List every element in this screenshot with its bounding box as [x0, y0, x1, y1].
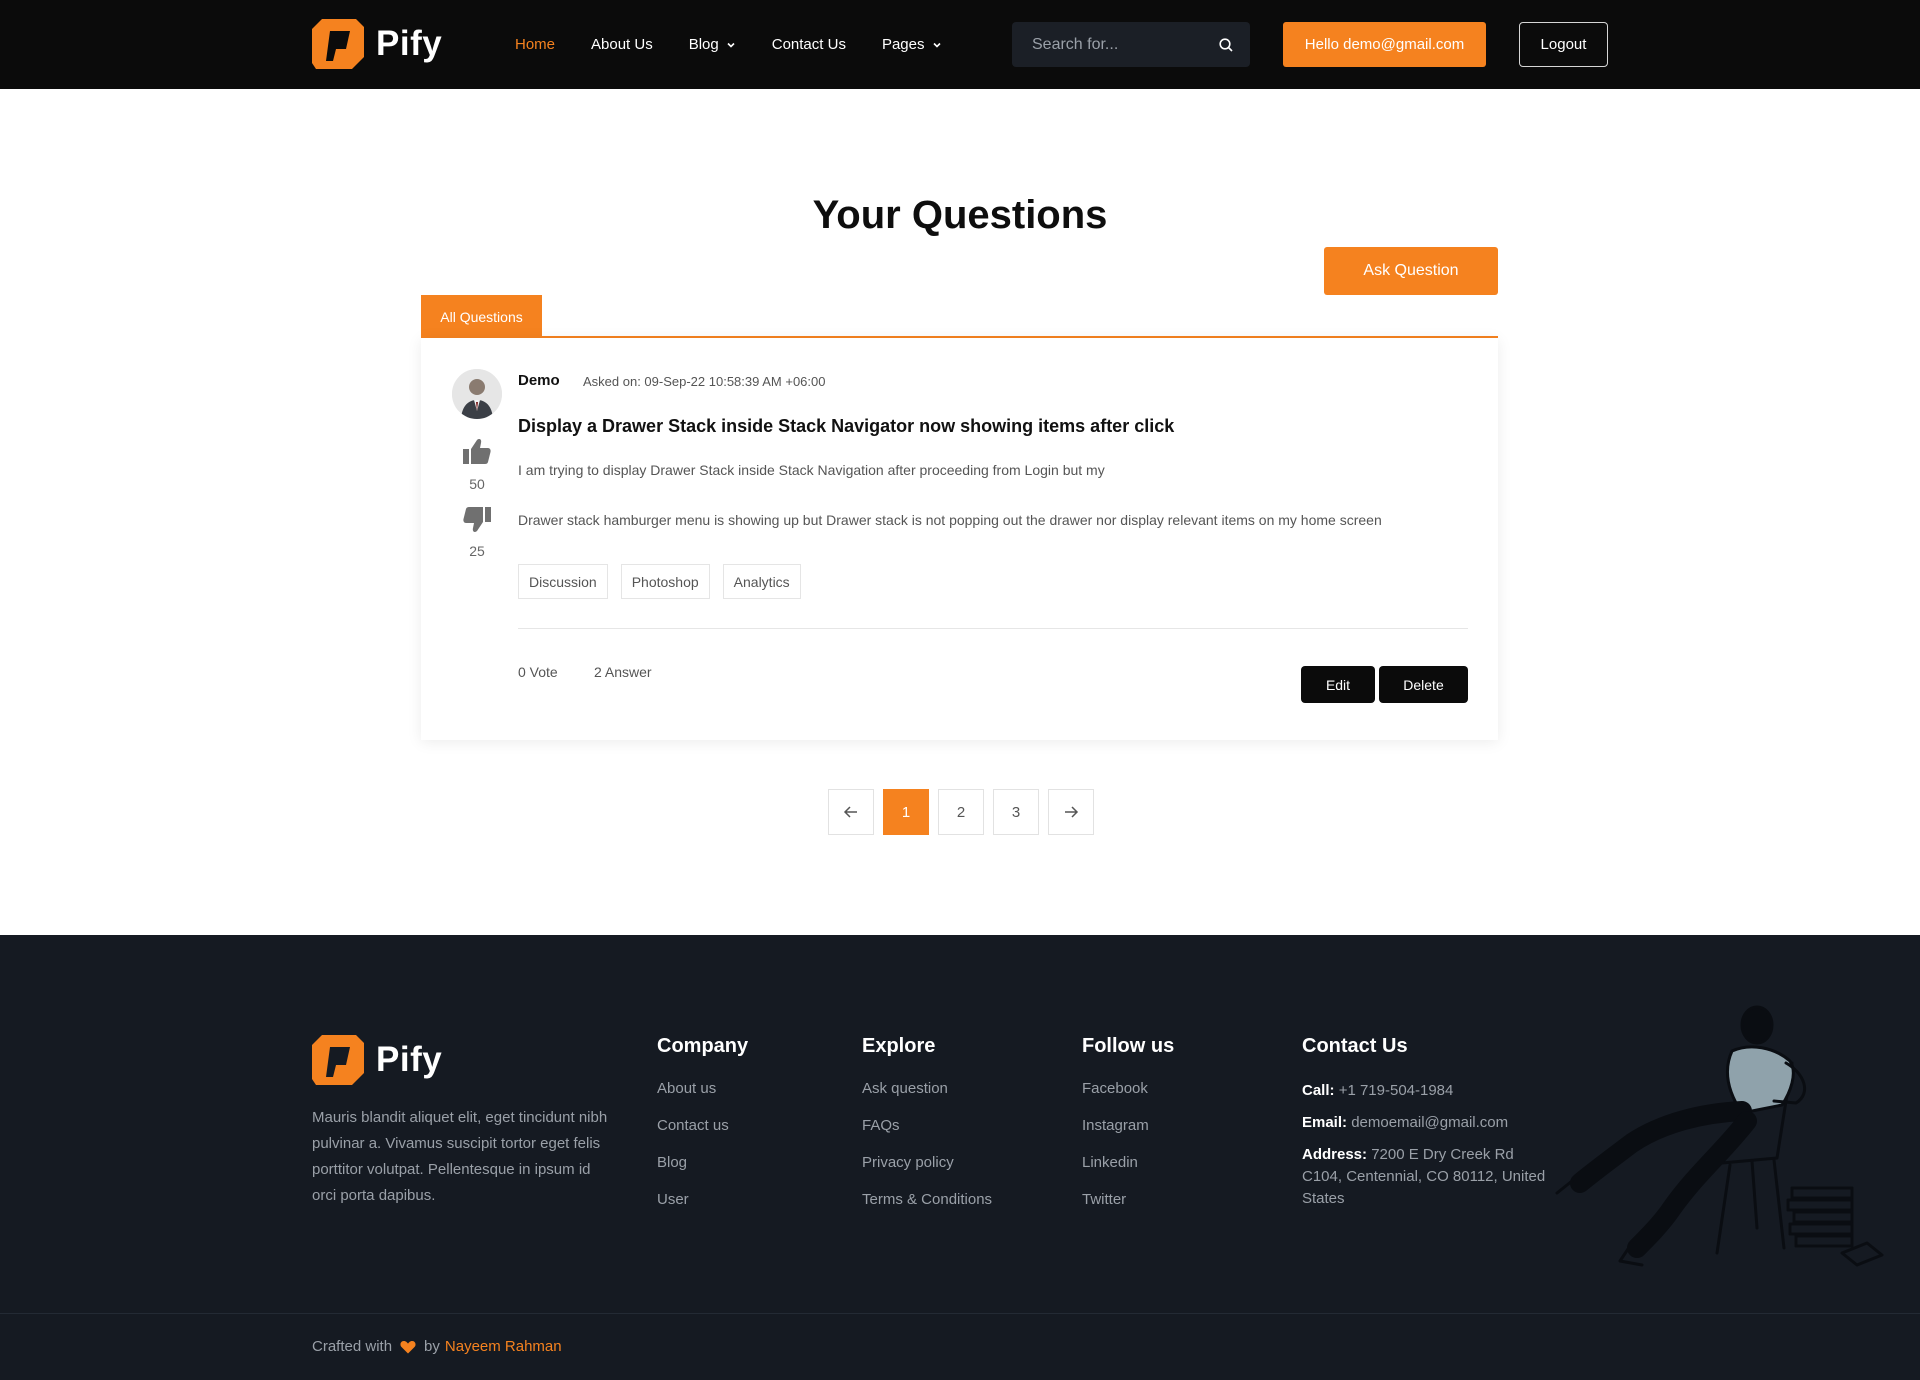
email-label: Email:	[1302, 1114, 1348, 1131]
avatar[interactable]	[452, 369, 502, 419]
nav-blog[interactable]: Blog	[689, 36, 736, 53]
footer-email: Email: demoemail@gmail.com	[1302, 1112, 1552, 1134]
question-body-line: Drawer stack hamburger menu is showing u…	[518, 512, 1382, 528]
question-card: 50 25 Demo Asked on: 09-Sep-22 10:58:39 …	[421, 338, 1498, 740]
tag-photoshop[interactable]: Photoshop	[620, 564, 710, 599]
nav-contact-us-label: Contact Us	[771, 36, 846, 53]
vote-count: 0 Vote	[518, 664, 558, 680]
footer-divider	[0, 1313, 1920, 1314]
credit-author-link[interactable]: Nayeem Rahman	[445, 1338, 562, 1355]
email-value[interactable]: demoemail@gmail.com	[1351, 1114, 1508, 1131]
call-value[interactable]: +1 719-504-1984	[1339, 1082, 1454, 1099]
search-icon[interactable]	[1218, 37, 1234, 53]
footer-company-heading: Company	[657, 1035, 749, 1057]
question-title[interactable]: Display a Drawer Stack inside Stack Navi…	[518, 416, 1174, 437]
nav-about-us[interactable]: About Us	[591, 36, 653, 53]
footer-company: Company About us Contact us Blog User	[657, 1035, 748, 1228]
footer-contact-heading: Contact Us	[1302, 1035, 1408, 1057]
nav-contact-us[interactable]: Contact Us	[772, 36, 846, 53]
question-tags: Discussion Photoshop Analytics	[518, 564, 814, 599]
question-author[interactable]: Demo	[518, 372, 560, 389]
thumbs-up-icon[interactable]	[462, 437, 492, 465]
brand-logo[interactable]: Pify	[312, 19, 442, 69]
chevron-down-icon	[932, 42, 941, 48]
footer-link-terms[interactable]: Terms & Conditions	[862, 1191, 992, 1228]
edit-button[interactable]: Edit	[1301, 666, 1375, 703]
arrow-right-icon	[1065, 806, 1079, 818]
footer-link-blog[interactable]: Blog	[657, 1154, 748, 1191]
brand-name: Pify	[376, 24, 443, 63]
footer-link-about-us[interactable]: About us	[657, 1080, 748, 1117]
footer-brand-name: Pify	[376, 1040, 443, 1079]
footer-call: Call: +1 719-504-1984	[1302, 1080, 1552, 1102]
logo-mark-icon	[312, 19, 364, 69]
call-label: Call:	[1302, 1082, 1335, 1099]
footer-explore-heading: Explore	[862, 1035, 936, 1057]
reading-person-illustration	[1555, 1005, 1884, 1267]
address-label: Address:	[1302, 1146, 1368, 1163]
footer-about-text: Mauris blandit aliquet elit, eget tincid…	[312, 1109, 608, 1204]
footer-follow: Follow us Facebook Instagram Linkedin Tw…	[1082, 1035, 1174, 1228]
nav-pages[interactable]: Pages	[882, 36, 942, 53]
footer-link-user[interactable]: User	[657, 1191, 748, 1228]
search-box	[1012, 22, 1250, 67]
footer-link-ask-question[interactable]: Ask question	[862, 1080, 992, 1117]
nav-home[interactable]: Home	[515, 36, 555, 53]
tab-all-questions[interactable]: All Questions	[421, 295, 542, 338]
tag-discussion[interactable]: Discussion	[518, 564, 608, 599]
footer-credit: Crafted with by Nayeem Rahman	[312, 1338, 562, 1355]
page-1-button[interactable]: 1	[883, 789, 929, 835]
question-timestamp: Asked on: 09-Sep-22 10:58:39 AM +06:00	[583, 374, 826, 389]
footer-link-privacy-policy[interactable]: Privacy policy	[862, 1154, 992, 1191]
question-tabs: All Questions	[421, 295, 1498, 338]
page-3-button[interactable]: 3	[993, 789, 1039, 835]
ask-question-button[interactable]: Ask Question	[1324, 247, 1498, 295]
footer-contact: Contact Us Call: +1 719-504-1984 Email: …	[1302, 1035, 1552, 1220]
credit-prefix: Crafted with	[312, 1338, 393, 1355]
arrow-left-icon	[843, 806, 857, 818]
footer-link-facebook[interactable]: Facebook	[1082, 1080, 1174, 1117]
main-nav: Home About Us Blog Contact Us Pages	[515, 0, 978, 89]
footer-follow-heading: Follow us	[1082, 1035, 1175, 1057]
account-button[interactable]: Hello demo@gmail.com	[1283, 22, 1486, 67]
nav-home-label: Home	[515, 36, 556, 53]
answer-count[interactable]: 2 Answer	[594, 664, 652, 680]
heart-icon	[400, 1340, 416, 1353]
credit-by: by	[424, 1338, 440, 1355]
nav-blog-label: Blog	[688, 36, 719, 53]
footer-explore: Explore Ask question FAQs Privacy policy…	[862, 1035, 992, 1228]
pagination: 1 2 3	[828, 789, 1103, 835]
footer-logo[interactable]: Pify	[312, 1035, 442, 1085]
search-input[interactable]	[1032, 35, 1218, 54]
footer-link-contact-us[interactable]: Contact us	[657, 1117, 748, 1154]
question-body-line: I am trying to display Drawer Stack insi…	[518, 462, 1105, 478]
tag-analytics[interactable]: Analytics	[722, 564, 801, 599]
page-2-button[interactable]: 2	[938, 789, 984, 835]
upvote-count: 50	[469, 476, 485, 492]
logo-mark-icon	[312, 1035, 364, 1085]
chevron-down-icon	[727, 42, 735, 48]
downvote-count: 25	[469, 543, 485, 559]
thumbs-down-icon[interactable]	[462, 506, 492, 534]
site-header: Pify Home About Us Blog Contact Us Pages…	[0, 0, 1920, 89]
footer-link-twitter[interactable]: Twitter	[1082, 1191, 1174, 1228]
nav-pages-label: Pages	[881, 36, 925, 53]
page-title: Your Questions	[812, 193, 1108, 237]
footer-link-faqs[interactable]: FAQs	[862, 1117, 992, 1154]
footer-link-instagram[interactable]: Instagram	[1082, 1117, 1174, 1154]
prev-page-button[interactable]	[828, 789, 874, 835]
user-portrait-icon	[452, 369, 502, 419]
site-footer: Pify Mauris blandit aliquet elit, eget t…	[0, 935, 1920, 1380]
footer-link-linkedin[interactable]: Linkedin	[1082, 1154, 1174, 1191]
logout-button[interactable]: Logout	[1519, 22, 1608, 67]
nav-about-us-label: About Us	[591, 36, 653, 53]
next-page-button[interactable]	[1048, 789, 1094, 835]
card-divider	[518, 628, 1468, 629]
delete-button[interactable]: Delete	[1379, 666, 1468, 703]
footer-address: Address: 7200 E Dry Creek Rd C104, Cente…	[1302, 1144, 1552, 1210]
